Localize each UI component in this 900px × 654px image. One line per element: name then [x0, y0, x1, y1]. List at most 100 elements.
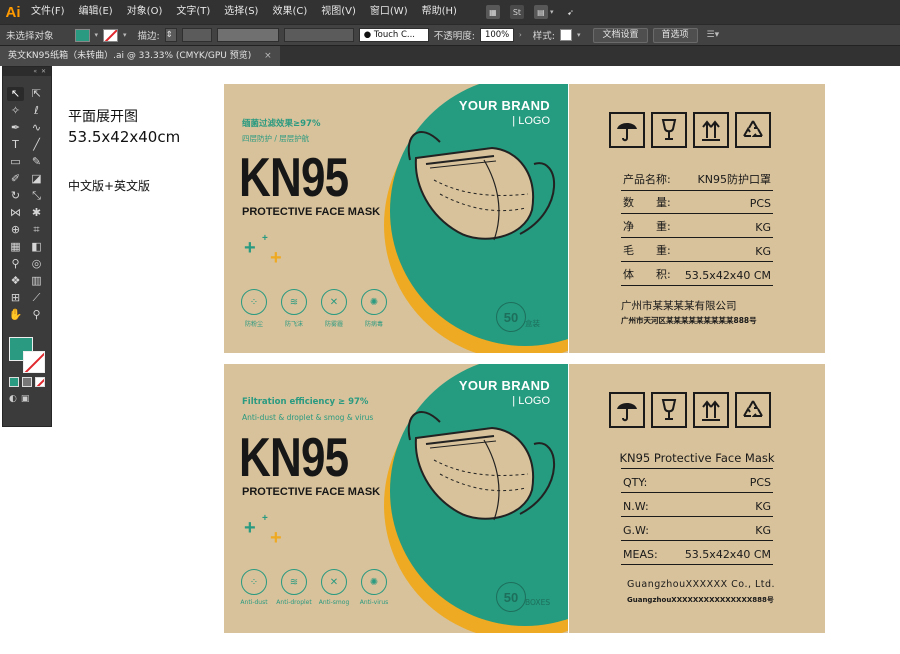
- line-tool-icon[interactable]: ╱: [28, 138, 45, 152]
- close-icon[interactable]: ×: [264, 51, 272, 61]
- pack-count: 50: [496, 302, 526, 332]
- spec-row: 体 积: 53.5x42x40 CM: [621, 263, 773, 286]
- puppet-warp-tool-icon[interactable]: ✱: [28, 206, 45, 220]
- stroke-weight-input[interactable]: [181, 28, 212, 42]
- zoom-tool-icon[interactable]: ⚲: [28, 308, 45, 322]
- menu-window[interactable]: 窗口(W): [363, 0, 415, 24]
- gradient-tool-icon[interactable]: ◧: [28, 240, 45, 254]
- hand-tool-icon[interactable]: ✋: [7, 308, 24, 322]
- menu-edit[interactable]: 编辑(E): [72, 0, 120, 24]
- artboard-side-cn[interactable]: 产品名称: KN95防护口罩 数 量: PCS 净 重: KG 毛 重: KG 体 积:…: [569, 84, 825, 353]
- spec-row: G.W: KG: [621, 518, 773, 541]
- menu-type[interactable]: 文字(T): [169, 0, 217, 24]
- stock-icon[interactable]: St: [509, 5, 524, 19]
- gradient-mode-swatch[interactable]: [22, 377, 32, 387]
- document-setup-button[interactable]: 文档设置: [593, 27, 648, 43]
- type-tool-icon[interactable]: T: [7, 138, 24, 152]
- chevron-down-icon[interactable]: ▾: [577, 31, 581, 39]
- slice-tool-icon[interactable]: ⟋: [28, 291, 45, 305]
- color-mode-swatch[interactable]: [9, 377, 19, 387]
- menu-help[interactable]: 帮助(H): [415, 0, 464, 24]
- pack-count-unit: BOXES: [525, 598, 551, 607]
- direct-selection-tool-icon[interactable]: ⇱: [28, 87, 45, 101]
- canvas[interactable]: 平面展开图 53.5x42x40cm 中文版+英文版 YOUR BRAND | …: [52, 66, 900, 654]
- none-mode-swatch[interactable]: [35, 377, 45, 387]
- artboard-front-en[interactable]: YOUR BRAND | LOGO Filtration efficiency …: [224, 364, 568, 633]
- fill-color-swatch[interactable]: [74, 28, 90, 42]
- screen-mode-icon[interactable]: ▣: [21, 394, 30, 404]
- virus-icon: ✺: [361, 569, 387, 595]
- shaper-tool-icon[interactable]: ✐: [7, 172, 24, 186]
- scale-tool-icon[interactable]: ⤡: [28, 189, 45, 203]
- selection-status: 未选择对象: [6, 31, 54, 42]
- rectangle-tool-icon[interactable]: ▭: [7, 155, 24, 169]
- control-bar: 未选择对象 ▾ ▾ 描边: ⇕ ● Touch C... 不透明度: 100% …: [0, 24, 900, 45]
- graphic-style-swatch[interactable]: [559, 29, 572, 41]
- menu-file[interactable]: 文件(F): [24, 0, 72, 24]
- draw-mode-icon[interactable]: ◐: [9, 394, 17, 404]
- perspective-grid-tool-icon[interactable]: ⌗: [28, 223, 45, 237]
- spec-title: KN95 Protective Face Mask: [619, 446, 775, 469]
- menu-bar: Ai 文件(F) 编辑(E) 对象(O) 文字(T) 选择(S) 效果(C) 视…: [0, 0, 900, 24]
- spec-row: QTY: PCS: [621, 470, 773, 493]
- symbol-sprayer-tool-icon[interactable]: ❖: [7, 274, 24, 288]
- chevron-down-icon[interactable]: ▾: [550, 8, 554, 16]
- column-graph-tool-icon[interactable]: ▥: [28, 274, 45, 288]
- brush-select[interactable]: ● Touch C...: [358, 28, 429, 42]
- stroke-label: 描边:: [137, 31, 160, 42]
- brand-name: YOUR BRAND: [458, 98, 550, 113]
- chevron-right-icon[interactable]: ›: [519, 31, 522, 39]
- gpu-performance-icon[interactable]: ➹: [563, 5, 577, 19]
- filtration-tagline: Filtration efficiency ≥ 97%: [242, 397, 369, 407]
- curvature-tool-icon[interactable]: ∿: [28, 121, 45, 135]
- selection-tool-icon[interactable]: ↖: [7, 87, 24, 101]
- paintbrush-tool-icon[interactable]: ✎: [28, 155, 45, 169]
- document-tab[interactable]: 英文KN95纸箱（未转曲）.ai @ 33.33% (CMYK/GPU 预览) …: [0, 46, 280, 66]
- preferences-button[interactable]: 首选项: [652, 27, 698, 43]
- plus-icon: +: [262, 513, 268, 524]
- mesh-tool-icon[interactable]: ▦: [7, 240, 24, 254]
- menu-select[interactable]: 选择(S): [217, 0, 265, 24]
- recycle-icon: [735, 392, 771, 428]
- collapse-icon[interactable]: « ✕: [3, 67, 51, 76]
- feature-smog: ✕ 防雾霾: [316, 289, 352, 328]
- brush-name: Touch C...: [373, 30, 416, 40]
- artboard-side-en[interactable]: KN95 Protective Face Mask QTY: PCS N.W: KG…: [569, 364, 825, 633]
- arrange-documents-icon[interactable]: ▤: [533, 5, 548, 19]
- panel-menu-icon[interactable]: ☰▾: [707, 30, 720, 40]
- variable-width-profile[interactable]: [216, 28, 279, 42]
- spec-row: MEAS: 53.5x42x40 CM: [621, 542, 773, 565]
- stroke-weight-stepper[interactable]: ⇕: [164, 28, 177, 42]
- layout-note-title: 平面展开图: [68, 109, 138, 125]
- shape-builder-tool-icon[interactable]: ⊕: [7, 223, 24, 237]
- company-name: 广州市某某某某有限公司: [621, 300, 737, 312]
- menu-view[interactable]: 视图(V): [314, 0, 363, 24]
- artboard-tool-icon[interactable]: ⊞: [7, 291, 24, 305]
- opacity-input[interactable]: 100%: [479, 28, 514, 42]
- spec-row: 净 重: KG: [621, 215, 773, 238]
- chevron-down-icon[interactable]: ▾: [123, 31, 127, 39]
- stroke-color-swatch[interactable]: [103, 28, 119, 42]
- eraser-tool-icon[interactable]: ◪: [28, 172, 45, 186]
- product-name: KN95: [239, 426, 349, 488]
- pen-tool-icon[interactable]: ✒: [7, 121, 24, 135]
- plus-icon: +: [270, 247, 282, 269]
- lasso-tool-icon[interactable]: ℓ: [28, 104, 45, 118]
- brush-definition[interactable]: [283, 28, 354, 42]
- document-tab-label: 英文KN95纸箱（未转曲）.ai @ 33.33% (CMYK/GPU 预览): [8, 51, 252, 61]
- blend-tool-icon[interactable]: ◎: [28, 257, 45, 271]
- width-tool-icon[interactable]: ⋈: [7, 206, 24, 220]
- stroke-swatch[interactable]: [23, 351, 45, 373]
- artboard-front-cn[interactable]: YOUR BRAND | LOGO 缅菌过滤效果≥97% 四层防护 / 层层护航…: [224, 84, 568, 353]
- rotate-tool-icon[interactable]: ↻: [7, 189, 24, 203]
- eyedropper-tool-icon[interactable]: ⚲: [7, 257, 24, 271]
- fragile-glass-icon: [651, 392, 687, 428]
- menu-effect[interactable]: 效果(C): [265, 0, 314, 24]
- feature-dust: ⁘ Anti-dust: [236, 569, 272, 606]
- feature-smog: ✕ Anti-smog: [316, 569, 352, 606]
- menu-object[interactable]: 对象(O): [120, 0, 170, 24]
- chevron-down-icon[interactable]: ▾: [95, 31, 99, 39]
- bridge-icon[interactable]: ▦: [485, 5, 500, 19]
- magic-wand-tool-icon[interactable]: ✧: [7, 104, 24, 118]
- opacity-label: 不透明度:: [433, 31, 475, 42]
